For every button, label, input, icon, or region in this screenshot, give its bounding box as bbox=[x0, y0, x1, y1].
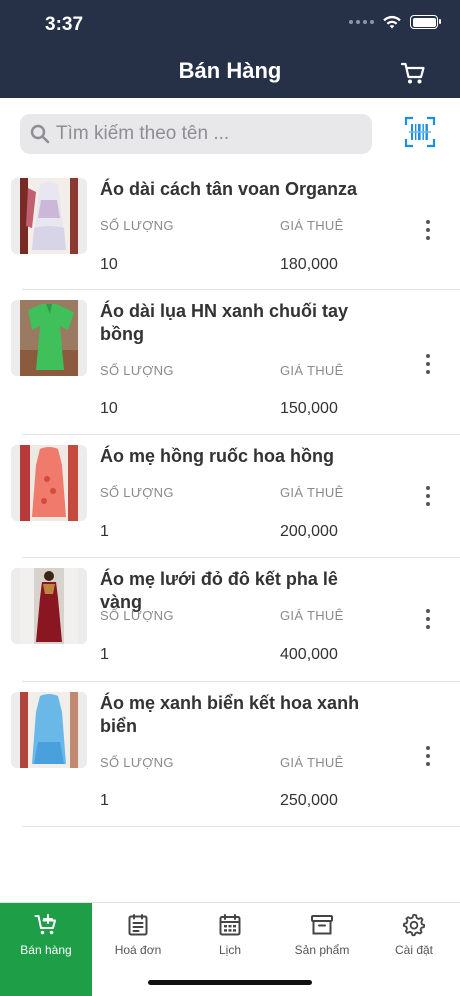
quantity-label: SỐ LƯỢNG bbox=[100, 755, 174, 770]
price-label: GIÁ THUÊ bbox=[280, 485, 344, 500]
page-title: Bán Hàng bbox=[178, 58, 282, 83]
product-thumbnail bbox=[11, 692, 87, 768]
product-list: Áo dài cách tân voan Organza SỐ LƯỢNG GI… bbox=[0, 168, 460, 827]
price-label: GIÁ THUÊ bbox=[280, 755, 344, 770]
quantity-label: SỐ LƯỢNG bbox=[100, 608, 174, 623]
status-time: 3:37 bbox=[45, 14, 84, 35]
price-value: 150,000 bbox=[280, 400, 338, 417]
gear-icon bbox=[402, 913, 426, 937]
price-label: GIÁ THUÊ bbox=[280, 608, 344, 623]
product-row[interactable]: Áo mẹ xanh biển kết hoa xanh biển SỐ LƯỢ… bbox=[11, 682, 460, 827]
product-thumbnail bbox=[11, 568, 87, 644]
quantity-label: SỐ LƯỢNG bbox=[100, 363, 174, 378]
tab-label: Cài đặt bbox=[394, 943, 434, 957]
product-thumbnail bbox=[11, 300, 87, 376]
more-options-icon[interactable] bbox=[424, 609, 432, 629]
calendar-icon bbox=[219, 914, 241, 936]
archive-box-icon bbox=[311, 915, 333, 935]
tab-label: Bán hàng bbox=[20, 943, 72, 957]
wifi-icon bbox=[383, 15, 401, 29]
search-icon bbox=[30, 124, 50, 144]
product-thumbnail bbox=[11, 445, 87, 521]
product-name: Áo dài lụa HN xanh chuối tay bồng bbox=[100, 301, 349, 344]
cart-icon[interactable] bbox=[400, 60, 426, 86]
more-options-icon[interactable] bbox=[424, 220, 432, 240]
product-row[interactable]: Áo dài lụa HN xanh chuối tay bồng SỐ LƯỢ… bbox=[11, 290, 460, 435]
search-input[interactable] bbox=[56, 123, 356, 145]
quantity-value: 10 bbox=[100, 400, 118, 417]
tab-label: Lịch bbox=[218, 943, 241, 957]
cart-plus-icon bbox=[34, 914, 56, 935]
invoice-icon bbox=[128, 914, 148, 936]
tab-label: Sản phẩm bbox=[294, 943, 350, 957]
quantity-label: SỐ LƯỢNG bbox=[100, 218, 174, 233]
product-row[interactable]: Áo dài cách tân voan Organza SỐ LƯỢNG GI… bbox=[11, 168, 460, 290]
product-row[interactable]: Áo mẹ hồng ruốc hoa hồng SỐ LƯỢNG GIÁ TH… bbox=[11, 435, 460, 558]
more-options-icon[interactable] bbox=[424, 486, 432, 506]
quantity-value: 10 bbox=[100, 256, 118, 273]
home-indicator bbox=[148, 980, 312, 985]
tab-settings[interactable]: Cài đặt bbox=[368, 903, 460, 996]
product-row[interactable]: Áo mẹ lưới đỏ đô kết pha lê vàng SỐ LƯỢN… bbox=[11, 558, 460, 682]
price-value: 400,000 bbox=[280, 646, 338, 663]
signal-icon bbox=[349, 20, 374, 24]
product-name: Áo dài cách tân voan Organza bbox=[100, 179, 358, 199]
tab-label: Hoá đơn bbox=[114, 943, 162, 957]
price-label: GIÁ THUÊ bbox=[280, 218, 344, 233]
barcode-scan-icon[interactable] bbox=[404, 116, 436, 148]
battery-icon bbox=[410, 15, 441, 29]
quantity-value: 1 bbox=[100, 792, 109, 809]
status-icons bbox=[349, 14, 441, 30]
more-options-icon[interactable] bbox=[424, 354, 432, 374]
product-name: Áo mẹ xanh biển kết hoa xanh biển bbox=[100, 693, 360, 736]
price-value: 200,000 bbox=[280, 523, 338, 540]
price-label: GIÁ THUÊ bbox=[280, 363, 344, 378]
search-bar[interactable] bbox=[20, 114, 372, 154]
app-header: 3:37 Bán Hàng bbox=[0, 0, 460, 98]
price-value: 180,000 bbox=[280, 256, 338, 273]
quantity-value: 1 bbox=[100, 646, 109, 663]
product-name: Áo mẹ hồng ruốc hoa hồng bbox=[100, 446, 334, 466]
product-thumbnail bbox=[11, 178, 87, 254]
quantity-value: 1 bbox=[100, 523, 109, 540]
more-options-icon[interactable] bbox=[424, 746, 432, 766]
tab-sales[interactable]: Bán hàng bbox=[0, 903, 92, 996]
quantity-label: SỐ LƯỢNG bbox=[100, 485, 174, 500]
price-value: 250,000 bbox=[280, 792, 338, 809]
